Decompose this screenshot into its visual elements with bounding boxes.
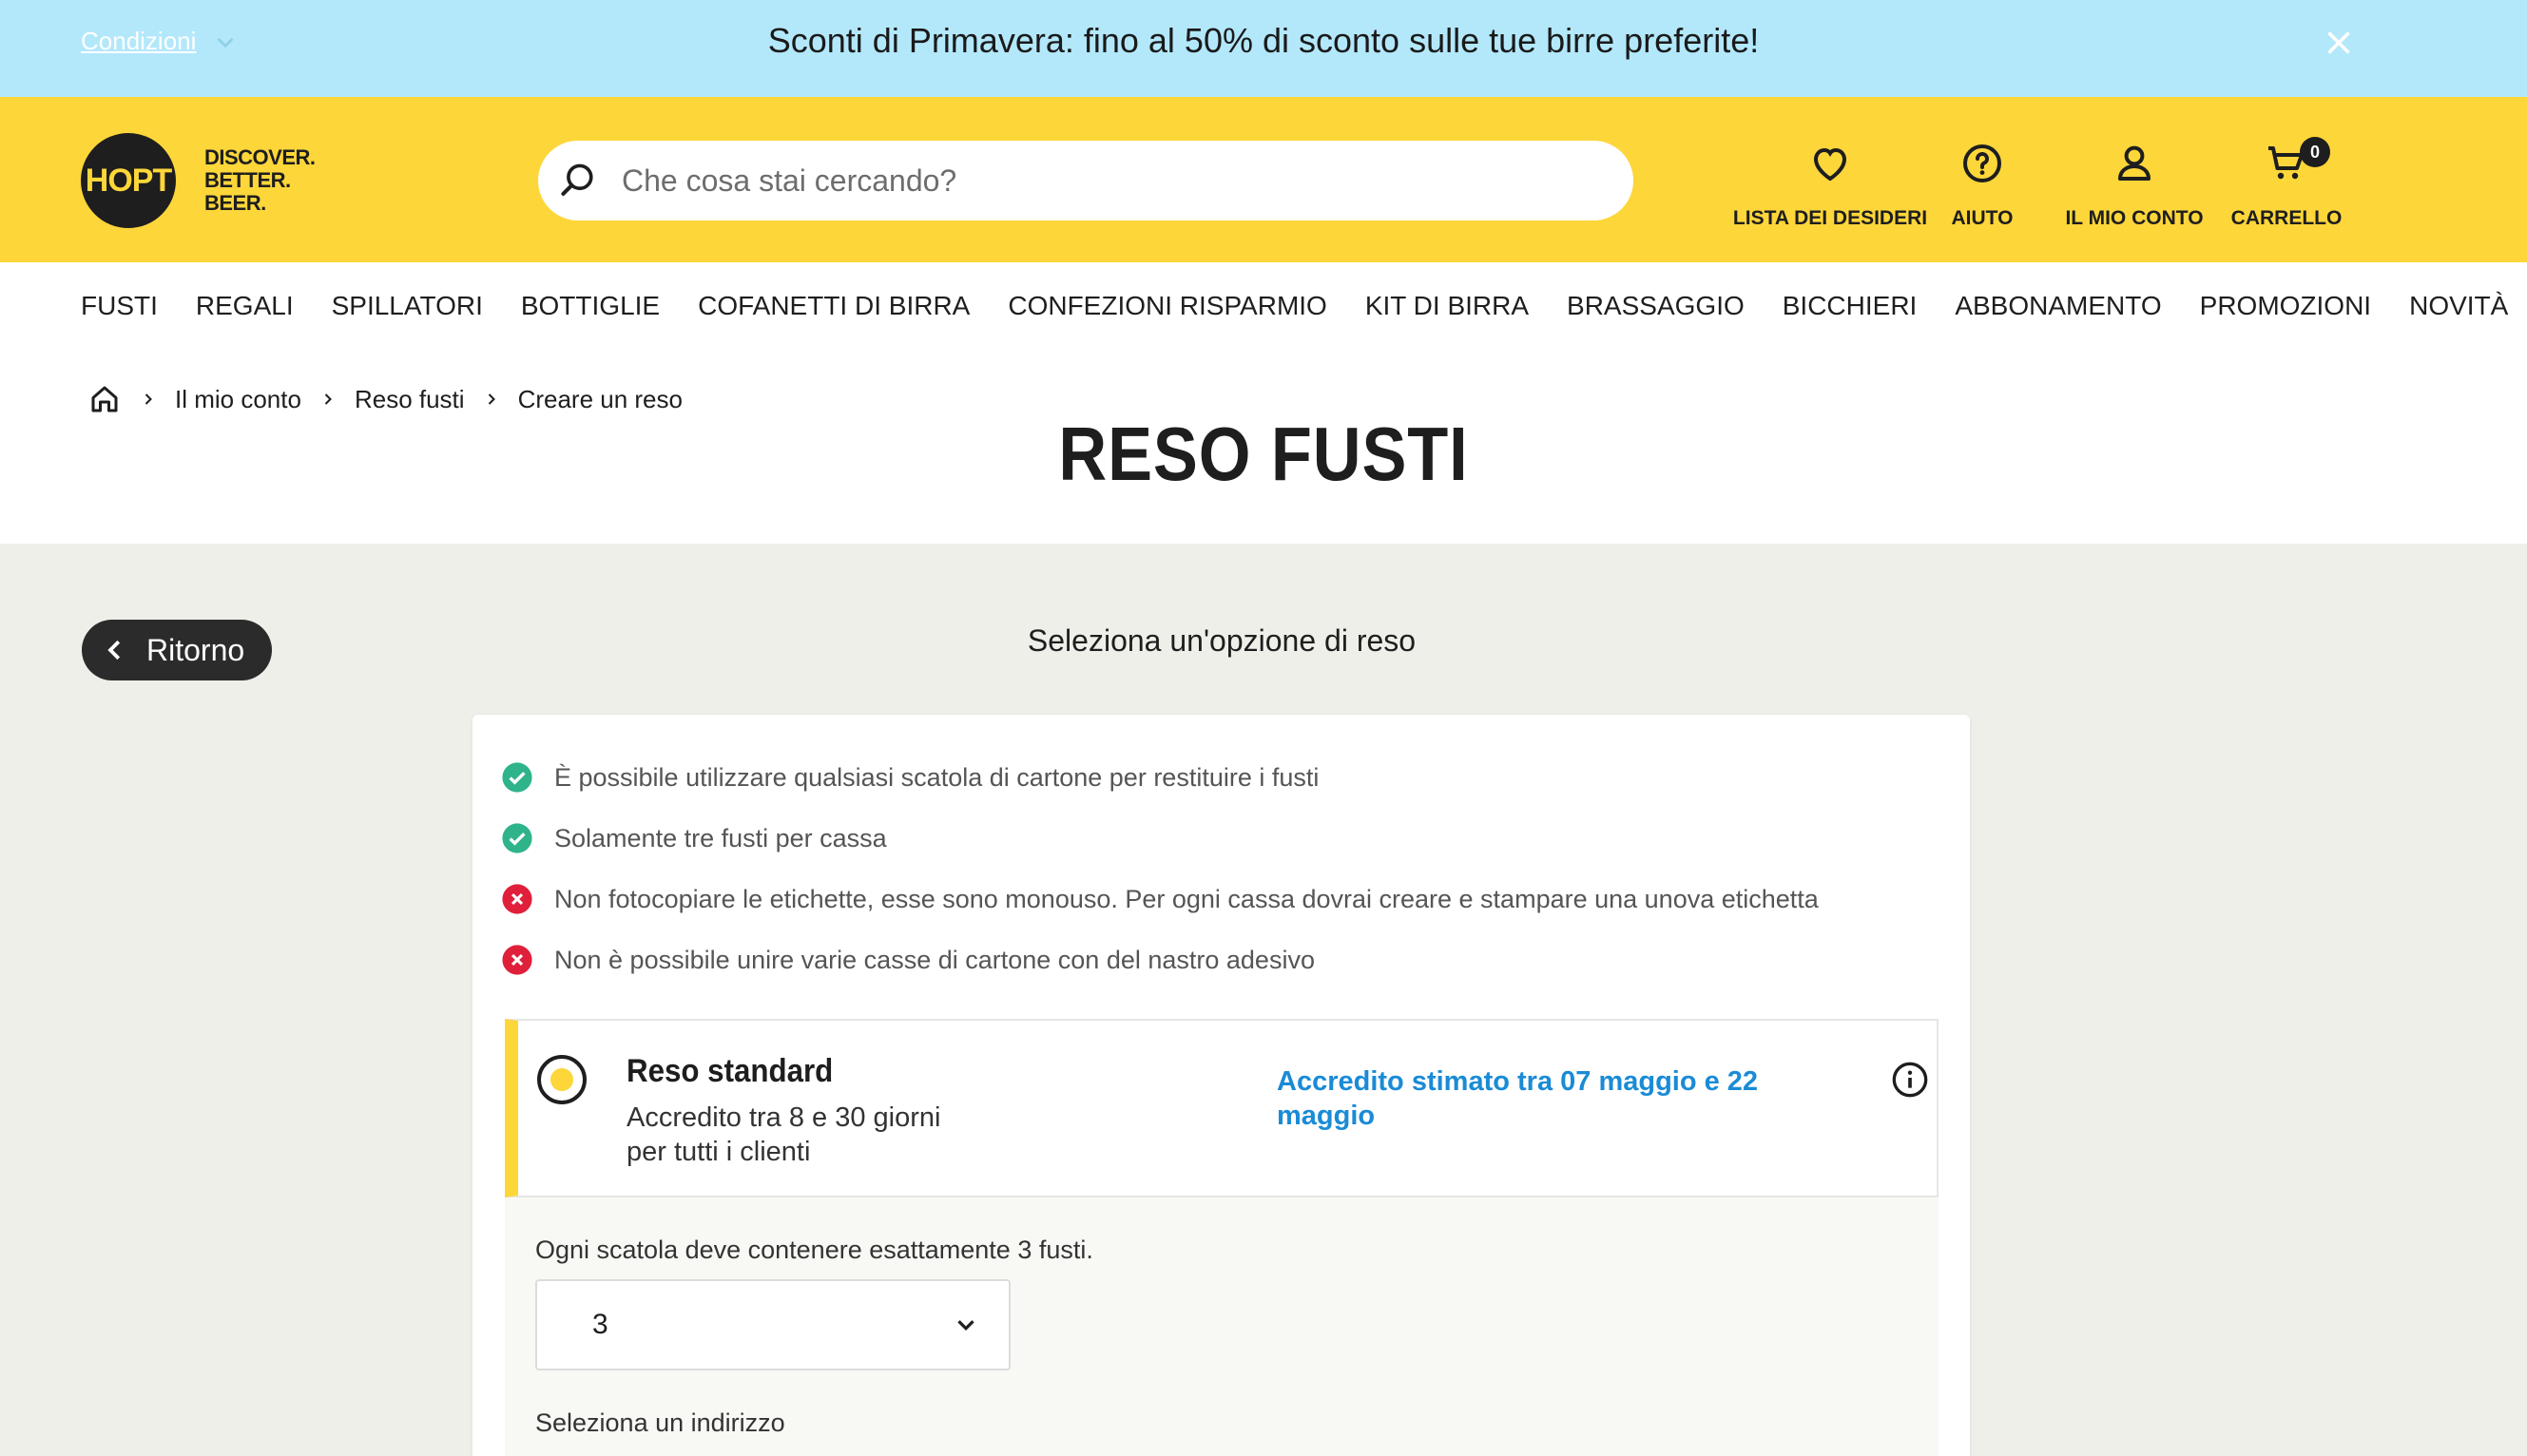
- nav-item-bottiglie[interactable]: BOTTIGLIE: [521, 291, 660, 321]
- nav-item-brassaggio[interactable]: BRASSAGGIO: [1567, 291, 1745, 321]
- list-item: Non fotocopiare le etichette, esse sono …: [501, 869, 1819, 929]
- x-circle-icon: [502, 945, 532, 975]
- section-subtitle: Seleziona un'opzione di reso: [1027, 623, 1417, 658]
- list-item: Non è possibile unire varie casse di car…: [501, 929, 1819, 990]
- nav-item-bicchieri[interactable]: BICCHIERI: [1783, 291, 1918, 321]
- nav-item-fusti[interactable]: FUSTI: [81, 291, 158, 321]
- user-icon: [2118, 145, 2151, 181]
- option-credit-estimate: Accredito stimato tra 07 maggio e 22 mag…: [1277, 1066, 1759, 1131]
- chevron-down-icon: [957, 1320, 974, 1331]
- rule-text: Non è possibile unire varie casse di car…: [554, 945, 1315, 974]
- list-item: Solamente tre fusti per cassa: [501, 808, 1819, 869]
- quantity-value: 3: [592, 1309, 608, 1340]
- option-radio[interactable]: [537, 1055, 587, 1104]
- nav-item-confezioni[interactable]: CONFEZIONI RISPARMIO: [1008, 291, 1327, 321]
- box-note: Ogni scatola deve contenere esattamente …: [535, 1236, 1093, 1264]
- return-option-standard[interactable]: Reso standard Accredito tra 8 e 30 giorn…: [505, 1019, 1939, 1197]
- nav-item-novita[interactable]: NOVITÀ: [2409, 291, 2508, 321]
- nav-item-spillatori[interactable]: SPILLATORI: [332, 291, 483, 321]
- option-title: Reso standard: [627, 1053, 834, 1089]
- return-card: È possibile utilizzare qualsiasi scatola…: [473, 715, 1970, 1456]
- rule-text: È possibile utilizzare qualsiasi scatola…: [554, 762, 1320, 792]
- check-circle-icon: [502, 762, 532, 793]
- breadcrumb-account[interactable]: Il mio conto: [175, 385, 301, 414]
- cart-button[interactable]: 0 CARRELLO: [2182, 137, 2391, 230]
- promo-bar: Condizioni Sconti di Primavera: fino al …: [0, 0, 2527, 97]
- close-icon[interactable]: [2322, 26, 2356, 60]
- address-label: Seleziona un indirizzo: [535, 1408, 785, 1437]
- rules-list: È possibile utilizzare qualsiasi scatola…: [501, 747, 1819, 990]
- nav-item-regali[interactable]: REGALI: [196, 291, 294, 321]
- page-title: RESO FUSTI: [1058, 412, 1469, 496]
- breadcrumb-reso-fusti[interactable]: Reso fusti: [355, 385, 465, 414]
- info-icon[interactable]: [1891, 1061, 1929, 1099]
- site-header: HOPT DISCOVER. BETTER. BEER. LISTA DEI D…: [0, 97, 2527, 262]
- option-description: Accredito tra 8 e 30 giorni per tutti i …: [627, 1101, 1026, 1169]
- main-nav: FUSTI REGALI SPILLATORI BOTTIGLIE COFANE…: [0, 262, 2527, 354]
- chevron-right-icon: [488, 393, 495, 405]
- title-area: Il mio conto Reso fusti Creare un reso R…: [0, 354, 2527, 544]
- heart-icon: [1813, 147, 1847, 182]
- cart-badge: 0: [2300, 137, 2330, 167]
- cart-label: CARRELLO: [2230, 207, 2343, 229]
- help-label: AIUTO: [1951, 207, 2014, 229]
- option-desc-line-1: Accredito tra 8 e 30 giorni: [627, 1102, 941, 1133]
- chevron-right-icon: [145, 393, 152, 405]
- promo-message: Sconti di Primavera: fino al 50% di scon…: [767, 21, 1760, 60]
- home-icon[interactable]: [87, 382, 122, 416]
- option-desc-line-2: per tutti i clienti: [627, 1137, 811, 1167]
- nav-item-cofanetti[interactable]: COFANETTI DI BIRRA: [698, 291, 970, 321]
- list-item: È possibile utilizzare qualsiasi scatola…: [501, 747, 1819, 808]
- rule-text: Solamente tre fusti per cassa: [554, 823, 887, 853]
- option-details: Ogni scatola deve contenere esattamente …: [505, 1197, 1939, 1456]
- breadcrumb-current: Creare un reso: [517, 384, 683, 413]
- chevron-right-icon: [324, 393, 332, 405]
- nav-item-abbonamento[interactable]: ABBONAMENTO: [1955, 291, 2161, 321]
- nav-item-promozioni[interactable]: PROMOZIONI: [2200, 291, 2371, 321]
- nav-item-kit[interactable]: KIT DI BIRRA: [1365, 291, 1529, 321]
- help-icon: [1963, 144, 2001, 182]
- x-circle-icon: [502, 884, 532, 914]
- quantity-select[interactable]: 3: [535, 1279, 1011, 1370]
- rule-text: Non fotocopiare le etichette, esse sono …: [554, 884, 1819, 913]
- check-circle-icon: [502, 823, 532, 853]
